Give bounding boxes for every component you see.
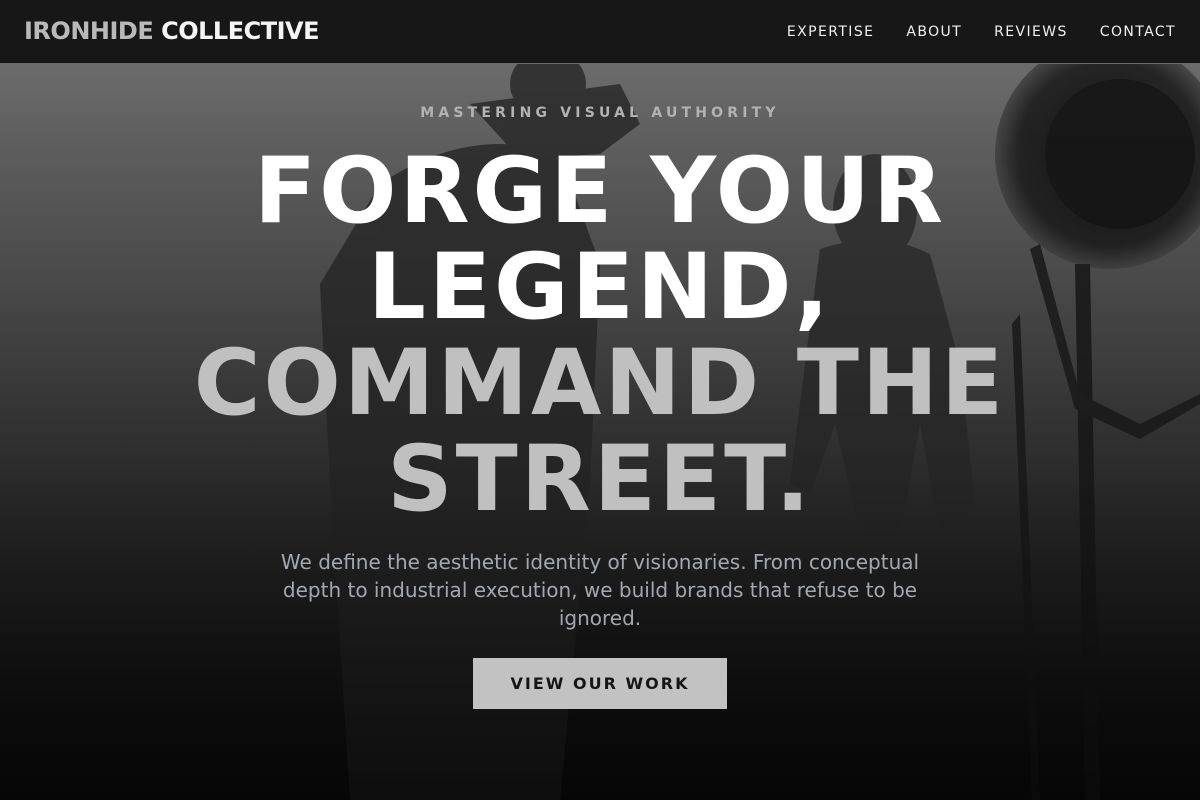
hero-description: We define the aesthetic identity of visi… [280, 550, 920, 630]
headline-line-4: STREET. [387, 427, 813, 532]
headline-line-2: LEGEND, [367, 235, 833, 340]
site-header: IRONHIDE COLLECTIVE EXPERTISE ABOUT REVI… [0, 0, 1200, 64]
hero-eyebrow: MASTERING VISUAL AUTHORITY [420, 105, 780, 121]
logo-part-collective: COLLECTIVE [161, 17, 319, 45]
nav-about[interactable]: ABOUT [906, 24, 962, 40]
brand-logo[interactable]: IRONHIDE COLLECTIVE [24, 15, 319, 47]
view-our-work-button[interactable]: VIEW OUR WORK [473, 658, 727, 709]
nav-expertise[interactable]: EXPERTISE [787, 24, 874, 40]
main-nav: EXPERTISE ABOUT REVIEWS CONTACT [787, 0, 1176, 64]
headline-line-3: COMMAND THE [193, 331, 1007, 436]
logo-part-ironhide: IRONHIDE [24, 17, 154, 45]
hero-section: MASTERING VISUAL AUTHORITY FORGE YOUR LE… [0, 64, 1200, 800]
hero-headline: FORGE YOUR LEGEND, COMMAND THE STREET. [0, 144, 1200, 528]
nav-contact[interactable]: CONTACT [1100, 24, 1176, 40]
headline-line-1: FORGE YOUR [253, 139, 947, 244]
nav-reviews[interactable]: REVIEWS [994, 24, 1068, 40]
